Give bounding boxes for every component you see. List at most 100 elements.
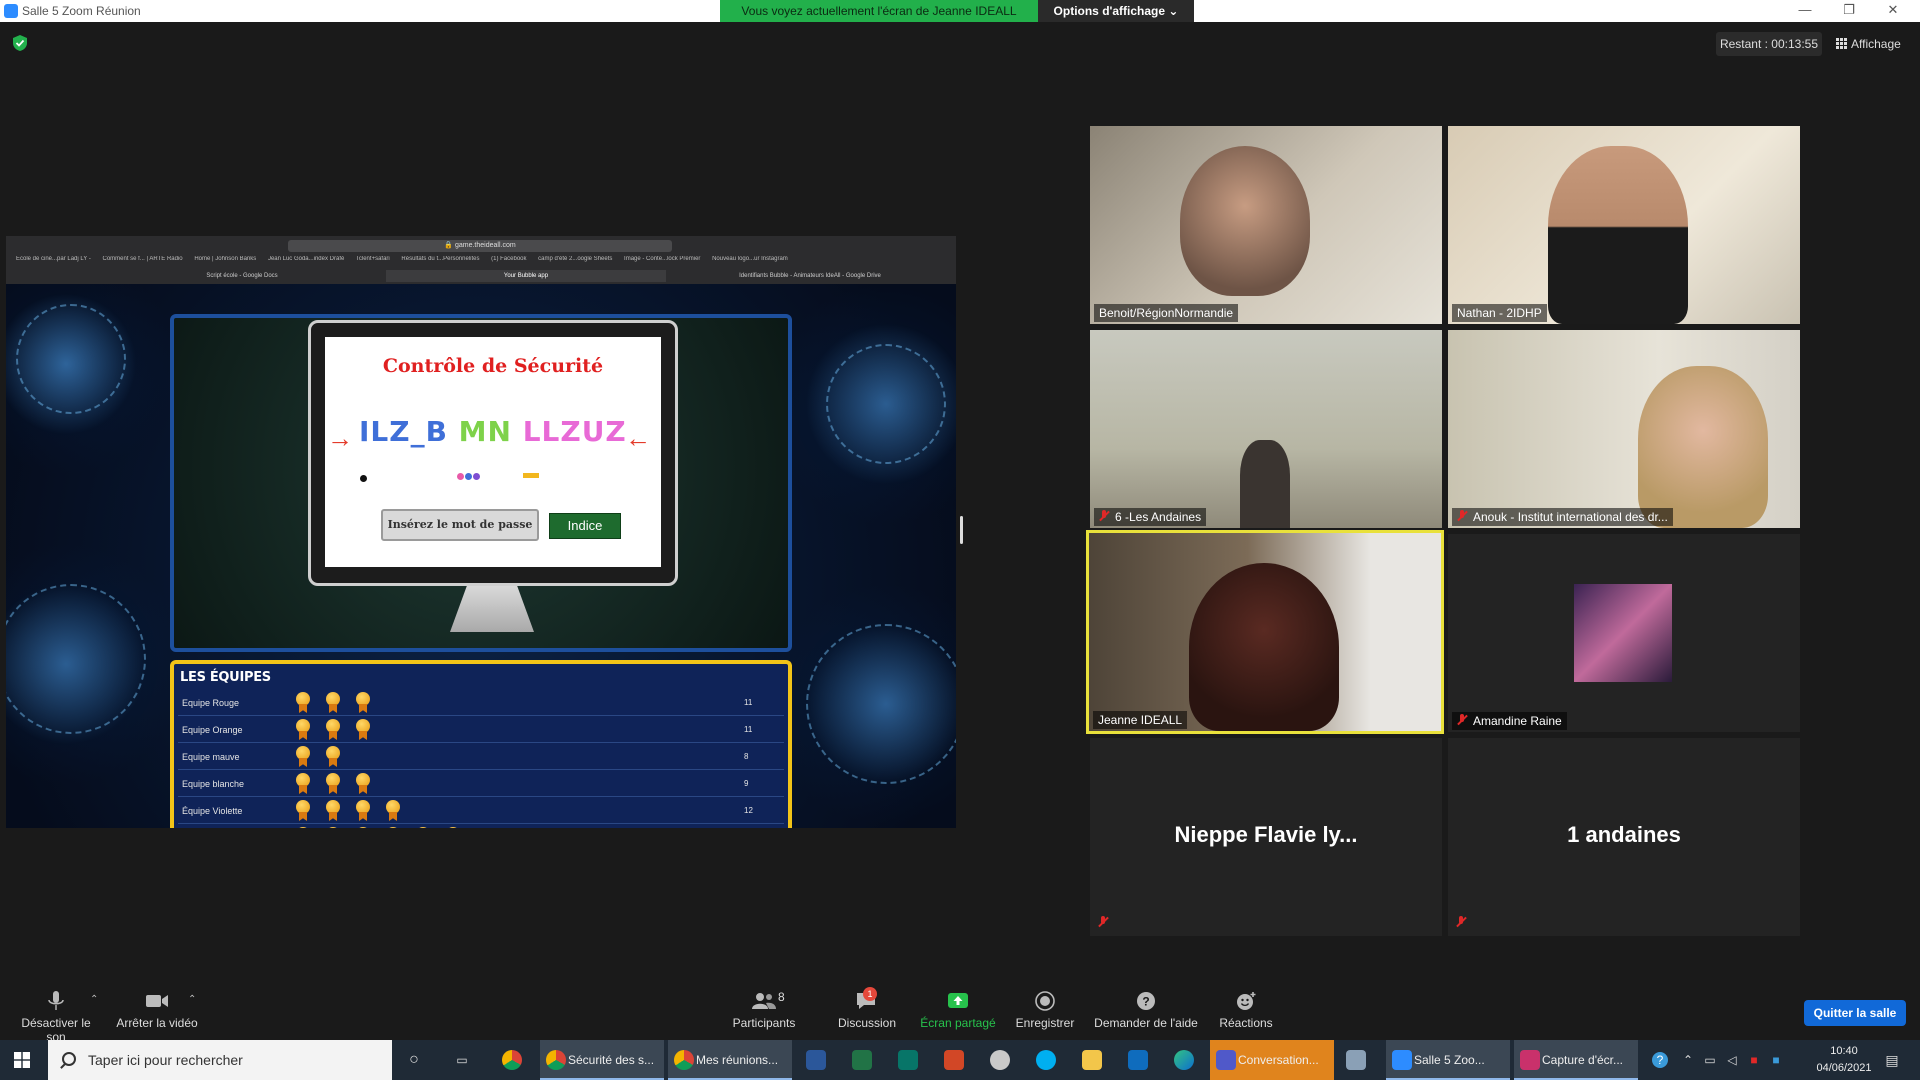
edge-icon[interactable] bbox=[1174, 1050, 1194, 1070]
code-part-1: ILZ_B bbox=[359, 415, 448, 448]
task-view-icon[interactable]: ▭ bbox=[454, 1052, 470, 1068]
bookmark-item: Tclent+safari bbox=[355, 256, 390, 262]
video-tile-active-speaker[interactable]: Jeanne IDEALL bbox=[1086, 530, 1444, 734]
bookmark-item: Comment se f... | ARTE Radio bbox=[102, 256, 183, 262]
reactions-button[interactable]: Réactions bbox=[1214, 990, 1278, 1030]
hint-dot bbox=[360, 475, 367, 482]
tray-chevron-icon[interactable]: ⌃ bbox=[1680, 1052, 1696, 1068]
file-explorer-icon[interactable] bbox=[1082, 1050, 1102, 1070]
clock-date: 04/06/2021 bbox=[1816, 1062, 1872, 1074]
team-score: 11 bbox=[744, 698, 753, 707]
share-screen-button[interactable]: Écran partagé bbox=[918, 990, 998, 1030]
taskbar-item[interactable]: Sécurité des s... bbox=[540, 1040, 664, 1080]
app-icon[interactable] bbox=[990, 1050, 1010, 1070]
video-tile[interactable]: Amandine Raine bbox=[1448, 534, 1800, 732]
team-score: 12 bbox=[744, 806, 753, 815]
hint-dot bbox=[457, 473, 464, 480]
window-title: Salle 5 Zoom Réunion bbox=[22, 4, 141, 18]
code-part-3: LLZUZ bbox=[522, 415, 627, 448]
browser-tab: Script école - Google Docs bbox=[206, 273, 278, 279]
publisher-icon[interactable] bbox=[898, 1050, 918, 1070]
chat-button[interactable]: 1 Discussion bbox=[830, 987, 904, 1030]
taskbar-item[interactable]: Capture d'écr... bbox=[1514, 1040, 1638, 1080]
microphone-icon bbox=[48, 991, 64, 1010]
shared-screen[interactable]: 🔒 game.theideall.com École de ciné...par… bbox=[6, 236, 956, 828]
layout-label: Affichage bbox=[1851, 37, 1901, 51]
record-button[interactable]: Enregistrer bbox=[1012, 990, 1078, 1030]
taskbar-search-input[interactable]: Taper ici pour rechercher bbox=[48, 1040, 392, 1080]
meeting-controls: Désactiver le son ⌃ Arrêter la vidéo ⌃ 8… bbox=[0, 980, 1920, 1044]
volume-icon[interactable]: ◁ bbox=[1724, 1052, 1740, 1068]
restore-button[interactable]: ❐ bbox=[1834, 2, 1864, 20]
grid-icon bbox=[1836, 38, 1847, 49]
teams-title: LES ÉQUIPES bbox=[180, 670, 271, 685]
code-display: ILZ_B MN LLZUZ bbox=[359, 415, 627, 448]
taskbar-item[interactable]: Salle 5 Zoo... bbox=[1386, 1040, 1510, 1080]
medal-icon bbox=[324, 827, 342, 828]
medal-icon bbox=[414, 827, 432, 828]
layout-button[interactable]: Affichage bbox=[1836, 32, 1901, 56]
video-options-caret-icon[interactable]: ⌃ bbox=[188, 994, 196, 1005]
split-drag-handle[interactable] bbox=[960, 516, 963, 544]
hint-button[interactable]: Indice bbox=[549, 513, 621, 539]
team-score: 8 bbox=[744, 752, 749, 761]
video-tile-no-video[interactable]: 1 andaines bbox=[1448, 738, 1800, 936]
windows-start-icon[interactable] bbox=[14, 1052, 30, 1068]
notifications-icon[interactable]: ▤ bbox=[1884, 1052, 1900, 1068]
video-tile[interactable]: 6 -Les Andaines bbox=[1090, 330, 1442, 528]
leave-room-button[interactable]: Quitter la salle bbox=[1804, 1000, 1906, 1026]
calculator-icon[interactable] bbox=[1346, 1050, 1366, 1070]
taskbar-item[interactable]: Mes réunions... bbox=[668, 1040, 792, 1080]
bookmark-item: Jean Luc Goda...index Dráfé bbox=[267, 256, 345, 262]
participant-name: Amandine Raine bbox=[1452, 712, 1567, 730]
zoom-icon bbox=[1392, 1050, 1412, 1070]
outlook-icon[interactable] bbox=[1128, 1050, 1148, 1070]
video-tile-no-video[interactable]: Nieppe Flavie ly... bbox=[1090, 738, 1442, 936]
video-camera-icon bbox=[146, 995, 168, 1007]
taskbar-item[interactable]: Conversation... bbox=[1210, 1040, 1334, 1080]
audio-options-caret-icon[interactable]: ⌃ bbox=[90, 994, 98, 1005]
close-button[interactable]: ✕ bbox=[1878, 2, 1908, 20]
view-options-button[interactable]: Options d'affichage ⌄ bbox=[1038, 0, 1194, 22]
video-tile[interactable]: Benoit/RégionNormandie bbox=[1090, 126, 1442, 324]
search-placeholder: Taper ici pour rechercher bbox=[88, 1052, 243, 1068]
hint-dot bbox=[473, 473, 480, 480]
browser-tab-active: Your Bubble app bbox=[386, 270, 666, 282]
cortana-icon[interactable]: ○ bbox=[406, 1052, 422, 1068]
video-tile[interactable]: Anouk - Institut international des dr... bbox=[1448, 330, 1800, 528]
zoom-logo-icon bbox=[4, 4, 18, 18]
reactions-label: Réactions bbox=[1219, 1016, 1273, 1030]
participant-video bbox=[1180, 146, 1310, 296]
participant-name: Jeanne IDEALL bbox=[1093, 711, 1188, 729]
medal-icon bbox=[354, 719, 372, 741]
participants-button[interactable]: 8 Participants bbox=[724, 990, 804, 1030]
minimize-button[interactable]: — bbox=[1790, 2, 1820, 20]
search-icon bbox=[62, 1052, 76, 1066]
mic-muted-icon bbox=[1457, 714, 1467, 726]
mute-button[interactable]: Désactiver le son bbox=[10, 990, 102, 1044]
video-tile[interactable]: Nathan - 2IDHP bbox=[1448, 126, 1800, 324]
taskbar-clock[interactable]: 10:40 04/06/2021 bbox=[1806, 1043, 1882, 1077]
word-icon[interactable] bbox=[806, 1050, 826, 1070]
teams-panel: LES ÉQUIPES Equipe Rouge 11 Equipe Orange 1… bbox=[170, 660, 792, 828]
chrome-icon[interactable] bbox=[502, 1050, 522, 1070]
excel-icon[interactable] bbox=[852, 1050, 872, 1070]
skype-icon[interactable] bbox=[1036, 1050, 1056, 1070]
password-input[interactable]: Insérez le mot de passe bbox=[381, 509, 539, 541]
participants-label: Participants bbox=[732, 1016, 796, 1030]
help-tray-icon[interactable]: ? bbox=[1652, 1052, 1668, 1068]
shield-check-icon[interactable] bbox=[12, 34, 28, 52]
team-name: Equipe blanche bbox=[182, 779, 245, 789]
teams-icon bbox=[1216, 1050, 1236, 1070]
help-icon: ? bbox=[1137, 992, 1155, 1010]
team-score: 9 bbox=[744, 779, 749, 788]
ask-help-button[interactable]: ? Demander de l'aide bbox=[1090, 990, 1202, 1030]
chat-label: Discussion bbox=[837, 1016, 897, 1030]
team-row: Equipe Rouge 11 bbox=[178, 690, 784, 716]
powerpoint-icon[interactable] bbox=[944, 1050, 964, 1070]
tray-app-icon[interactable]: ■ bbox=[1746, 1052, 1762, 1068]
participant-name: Benoit/RégionNormandie bbox=[1094, 304, 1239, 322]
tray-zoom-icon[interactable]: ■ bbox=[1768, 1052, 1784, 1068]
network-icon[interactable]: ▭ bbox=[1702, 1052, 1718, 1068]
medal-icon bbox=[354, 827, 372, 828]
